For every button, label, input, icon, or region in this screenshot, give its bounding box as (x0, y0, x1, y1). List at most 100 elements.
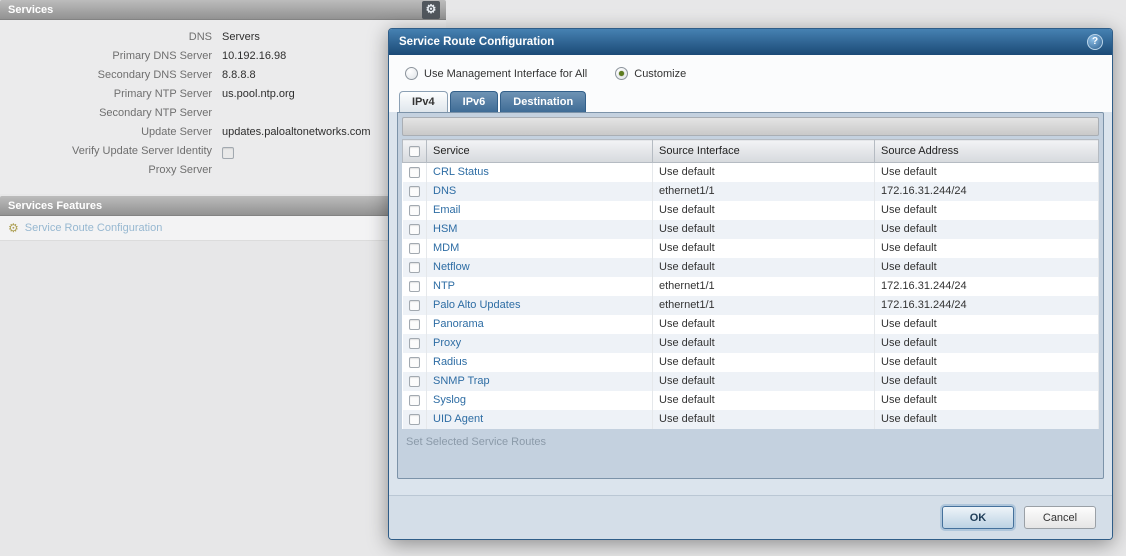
source-address-value: Use default (875, 239, 1099, 258)
ok-button[interactable]: OK (942, 506, 1014, 529)
service-routes-frame: Service Source Interface Source Address … (397, 112, 1104, 479)
service-route-row[interactable]: SNMP TrapUse defaultUse default (403, 372, 1099, 391)
select-all-header (403, 140, 427, 163)
settings-field-row: Secondary NTP Server (0, 104, 446, 123)
service-link[interactable]: Syslog (433, 394, 466, 406)
verify-update-server-checkbox[interactable] (222, 147, 234, 159)
service-routes-table-body: CRL StatusUse defaultUse defaultDNSether… (403, 163, 1099, 429)
service-route-row[interactable]: MDM Use defaultUse default (403, 239, 1099, 258)
source-address-value: Use default (875, 353, 1099, 372)
services-panel-header: Services ⚙ (0, 0, 446, 20)
radio-customize[interactable]: Customize (615, 67, 686, 80)
source-address-value: 172.16.31.244/24 (875, 296, 1099, 315)
service-link[interactable]: Radius (433, 356, 467, 368)
row-checkbox[interactable] (409, 319, 420, 330)
source-interface-value: Use default (653, 353, 875, 372)
settings-field-row: DNSServers (0, 28, 446, 47)
source-address-value: Use default (875, 163, 1099, 182)
radio-icon[interactable] (615, 67, 628, 80)
set-selected-service-routes-button[interactable]: Set Selected Service Routes (402, 429, 1099, 450)
dialog-title: Service Route Configuration (399, 36, 554, 48)
service-route-row[interactable]: CRL Status Use defaultUse default (403, 163, 1099, 182)
row-checkbox[interactable] (409, 205, 420, 216)
tab-ipv6[interactable]: IPv6 (450, 91, 499, 112)
service-route-config-row[interactable]: ⚙ Service Route Configuration (0, 216, 446, 241)
settings-field-row: Verify Update Server Identity (0, 142, 446, 161)
service-route-row[interactable]: Radius Use defaultUse default (403, 353, 1099, 372)
source-interface-value: Use default (653, 334, 875, 353)
column-header-service[interactable]: Service (427, 140, 653, 163)
dialog-footer: OK Cancel (389, 495, 1112, 539)
field-value: us.pool.ntp.org (222, 85, 295, 104)
radio-icon[interactable] (405, 67, 418, 80)
row-checkbox[interactable] (409, 281, 420, 292)
field-label: Secondary DNS Server (0, 66, 222, 85)
service-route-row[interactable]: Netflow Use defaultUse default (403, 258, 1099, 277)
source-address-value: Use default (875, 258, 1099, 277)
settings-field-row: Proxy Server (0, 161, 446, 180)
source-interface-value: Use default (653, 258, 875, 277)
settings-field-row: Primary DNS Server10.192.16.98 (0, 47, 446, 66)
service-link[interactable]: SNMP Trap (433, 375, 490, 387)
service-route-row[interactable]: HSMUse defaultUse default (403, 220, 1099, 239)
source-interface-value: Use default (653, 163, 875, 182)
service-route-row[interactable]: DNS ethernet1/1172.16.31.244/24 (403, 182, 1099, 201)
column-header-source-interface[interactable]: Source Interface (653, 140, 875, 163)
row-checkbox[interactable] (409, 262, 420, 273)
service-link[interactable]: UID Agent (433, 413, 483, 425)
service-routes-table: Service Source Interface Source Address … (402, 139, 1099, 429)
source-interface-value: ethernet1/1 (653, 296, 875, 315)
row-checkbox[interactable] (409, 414, 420, 425)
service-route-row[interactable]: PanoramaUse defaultUse default (403, 315, 1099, 334)
help-icon[interactable]: ? (1087, 34, 1103, 50)
settings-field-row: Update Serverupdates.paloaltonetworks.co… (0, 123, 446, 142)
row-checkbox[interactable] (409, 338, 420, 349)
service-link[interactable]: MDM (433, 242, 459, 254)
service-link[interactable]: DNS (433, 185, 456, 197)
source-interface-value: Use default (653, 372, 875, 391)
row-checkbox[interactable] (409, 243, 420, 254)
row-checkbox[interactable] (409, 186, 420, 197)
service-route-row[interactable]: UID AgentUse defaultUse default (403, 410, 1099, 429)
service-link[interactable]: Email (433, 204, 461, 216)
gear-icon[interactable]: ⚙ (422, 1, 440, 19)
service-route-row[interactable]: NTPethernet1/1172.16.31.244/24 (403, 277, 1099, 296)
service-route-row[interactable]: ProxyUse defaultUse default (403, 334, 1099, 353)
field-value (222, 142, 234, 161)
source-address-value: Use default (875, 410, 1099, 429)
select-all-checkbox[interactable] (409, 146, 420, 157)
service-link[interactable]: Panorama (433, 318, 484, 330)
row-checkbox[interactable] (409, 167, 420, 178)
service-route-row[interactable]: SyslogUse defaultUse default (403, 391, 1099, 410)
field-label: Primary DNS Server (0, 47, 222, 66)
service-link[interactable]: NTP (433, 280, 455, 292)
cancel-button[interactable]: Cancel (1024, 506, 1096, 529)
row-checkbox[interactable] (409, 395, 420, 406)
column-header-source-address[interactable]: Source Address (875, 140, 1099, 163)
tab-ipv4[interactable]: IPv4 (399, 91, 448, 112)
features-panel-title: Services Features (8, 200, 102, 212)
row-checkbox[interactable] (409, 357, 420, 368)
radio-use-management-interface[interactable]: Use Management Interface for All (405, 67, 587, 80)
row-checkbox[interactable] (409, 376, 420, 387)
row-checkbox[interactable] (409, 300, 420, 311)
service-link[interactable]: Proxy (433, 337, 461, 349)
service-link[interactable]: Netflow (433, 261, 470, 273)
source-address-value: 172.16.31.244/24 (875, 182, 1099, 201)
source-interface-value: Use default (653, 239, 875, 258)
service-route-configuration-dialog: Service Route Configuration ? Use Manage… (388, 28, 1113, 540)
service-link[interactable]: Palo Alto Updates (433, 299, 520, 311)
dialog-tabs: IPv4IPv6Destination (397, 91, 1104, 112)
field-label: Verify Update Server Identity (0, 142, 222, 161)
service-link[interactable]: HSM (433, 223, 457, 235)
row-checkbox[interactable] (409, 224, 420, 235)
field-label: DNS (0, 28, 222, 47)
services-settings-list: DNSServersPrimary DNS Server10.192.16.98… (0, 20, 446, 194)
service-route-config-link[interactable]: Service Route Configuration (25, 222, 163, 234)
tab-destination[interactable]: Destination (500, 91, 586, 112)
source-interface-value: ethernet1/1 (653, 182, 875, 201)
service-route-row[interactable]: Palo Alto Updates ethernet1/1172.16.31.24… (403, 296, 1099, 315)
field-label: Update Server (0, 123, 222, 142)
service-link[interactable]: CRL Status (433, 166, 489, 178)
service-route-row[interactable]: EmailUse defaultUse default (403, 201, 1099, 220)
